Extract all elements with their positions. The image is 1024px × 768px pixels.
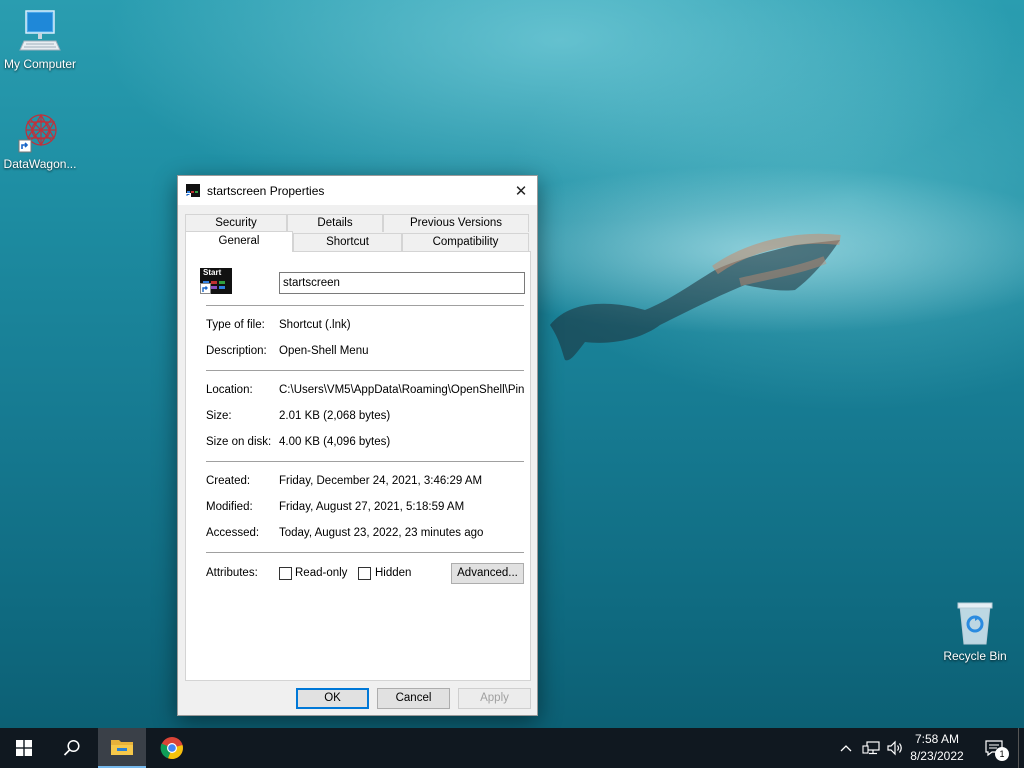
- taskbar-chrome[interactable]: [148, 728, 196, 768]
- chrome-icon: [160, 737, 183, 760]
- read-only-label[interactable]: Read-only: [295, 567, 347, 579]
- separator: [206, 552, 524, 553]
- dialog-title-bar[interactable]: startscreen Properties ✕: [178, 176, 537, 205]
- shortcut-file-icon: [186, 184, 200, 197]
- shortcut-arrow-icon: [200, 283, 211, 294]
- tab-previous-versions[interactable]: Previous Versions: [383, 214, 529, 232]
- show-desktop-button[interactable]: [1018, 728, 1024, 768]
- wallpaper-diver-graphic: [550, 233, 841, 361]
- size-on-disk-value: 4.00 KB (4,096 bytes): [279, 436, 391, 448]
- created-label: Created:: [206, 475, 251, 487]
- network-icon: [862, 741, 880, 755]
- tab-label: Previous Versions: [409, 217, 503, 229]
- created-value: Friday, December 24, 2021, 3:46:29 AM: [279, 475, 483, 487]
- file-icon-text: Start: [203, 268, 222, 277]
- taskbar-file-explorer[interactable]: [98, 728, 146, 768]
- desktop-icon-recycle-bin[interactable]: Recycle Bin: [935, 600, 1015, 663]
- network-button[interactable]: [860, 728, 882, 768]
- tab-details[interactable]: Details: [287, 214, 383, 232]
- clock[interactable]: 7:58 AM 8/23/2022: [902, 731, 972, 765]
- separator: [206, 305, 524, 306]
- properties-dialog: startscreen Properties ✕ Security Detail…: [177, 175, 538, 716]
- desktop-icon-datawagon[interactable]: DataWagon...: [0, 108, 80, 171]
- desktop-icon-label: Recycle Bin: [943, 649, 1007, 663]
- type-label: Type of file:: [206, 319, 265, 331]
- dialog-title: startscreen Properties: [207, 184, 325, 198]
- start-button[interactable]: [0, 728, 48, 768]
- desktop-icon-label: DataWagon...: [3, 157, 77, 171]
- modified-value: Friday, August 27, 2021, 5:18:59 AM: [279, 501, 465, 513]
- desktop-icon-label: My Computer: [3, 57, 77, 71]
- general-tab-panel: Start Type of file: Shortcut (.lnk) Desc…: [185, 251, 531, 681]
- search-icon: [63, 739, 80, 756]
- file-large-icon: Start: [200, 268, 232, 294]
- tab-security[interactable]: Security: [185, 214, 287, 232]
- location-label: Location:: [206, 384, 253, 396]
- notification-count-badge: 1: [995, 747, 1009, 761]
- clock-time: 7:58 AM: [914, 732, 960, 746]
- folder-icon: [111, 740, 133, 755]
- size-on-disk-label: Size on disk:: [206, 436, 272, 448]
- hidden-label[interactable]: Hidden: [375, 567, 411, 579]
- datawagon-shortcut-icon: [18, 113, 57, 153]
- attributes-label: Attributes:: [206, 567, 258, 579]
- file-name-input[interactable]: [279, 272, 525, 294]
- accessed-label: Accessed:: [206, 527, 260, 539]
- desktop-icon-my-computer[interactable]: My Computer: [0, 8, 80, 71]
- advanced-button[interactable]: Advanced...: [451, 563, 524, 584]
- size-value: 2.01 KB (2,068 bytes): [279, 410, 391, 422]
- description-label: Description:: [206, 345, 267, 357]
- tab-label: Shortcut: [326, 236, 369, 248]
- accessed-value: Today, August 23, 2022, 23 minutes ago: [279, 527, 484, 539]
- show-hidden-icons-button[interactable]: [836, 728, 856, 768]
- tab-general[interactable]: General: [185, 231, 293, 252]
- taskbar: 7:58 AM 8/23/2022 1: [0, 728, 1024, 768]
- apply-button[interactable]: Apply: [458, 688, 531, 709]
- tab-label: Compatibility: [432, 236, 499, 248]
- location-value: C:\Users\VM5\AppData\Roaming\OpenShell\P…: [279, 384, 525, 396]
- chevron-up-icon: [840, 745, 852, 752]
- clock-date: 8/23/2022: [910, 749, 964, 763]
- search-button[interactable]: [48, 728, 96, 768]
- close-icon: ✕: [514, 182, 528, 200]
- recycle-bin-icon: [957, 602, 993, 645]
- type-value: Shortcut (.lnk): [279, 319, 351, 331]
- read-only-checkbox[interactable]: [279, 567, 292, 580]
- description-value: Open-Shell Menu: [279, 345, 369, 357]
- windows-logo-icon: [16, 740, 32, 756]
- hidden-checkbox[interactable]: [358, 567, 371, 580]
- tab-compatibility[interactable]: Compatibility: [402, 233, 529, 251]
- close-button[interactable]: ✕: [505, 176, 537, 205]
- cancel-button[interactable]: Cancel: [377, 688, 450, 709]
- tab-label: Details: [317, 217, 353, 229]
- tab-label: Security: [215, 217, 257, 229]
- separator: [206, 370, 524, 371]
- ok-button[interactable]: OK: [296, 688, 369, 709]
- action-center-button[interactable]: 1: [978, 728, 1012, 768]
- computer-icon: [19, 10, 61, 51]
- modified-label: Modified:: [206, 501, 253, 513]
- tab-shortcut[interactable]: Shortcut: [293, 233, 402, 251]
- tab-label: General: [218, 235, 260, 247]
- separator: [206, 461, 524, 462]
- size-label: Size:: [206, 410, 232, 422]
